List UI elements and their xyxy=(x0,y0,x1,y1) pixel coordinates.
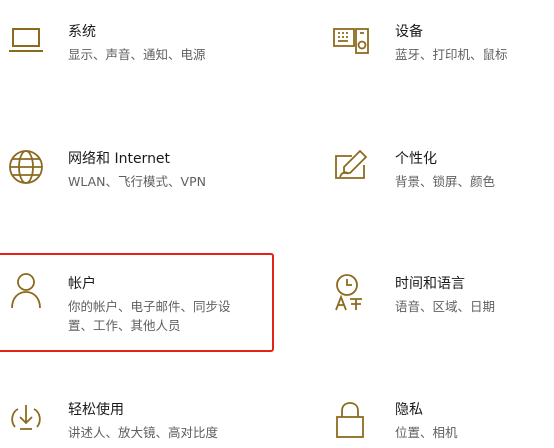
tile-title: 设备 xyxy=(395,24,423,40)
devices-icon xyxy=(330,20,370,60)
tile-title: 个性化 xyxy=(395,151,437,167)
lock-icon xyxy=(330,399,370,439)
tile-title: 隐私 xyxy=(395,402,423,418)
settings-home: 系统 显示、声音、通知、电源 设备 蓝牙、打印机、鼠标 网络和 Internet xyxy=(0,0,554,448)
settings-tile-personalization[interactable]: 个性化 背景、锁屏、颜色 xyxy=(322,145,552,205)
ease-of-access-icon xyxy=(6,399,46,439)
settings-tile-system[interactable]: 系统 显示、声音、通知、电源 xyxy=(0,18,270,78)
tile-description: 位置、相机 xyxy=(395,425,458,440)
tile-description: 语音、区域、日期 xyxy=(395,299,496,314)
tile-description: 蓝牙、打印机、鼠标 xyxy=(395,47,508,62)
settings-tile-devices[interactable]: 设备 蓝牙、打印机、鼠标 xyxy=(322,18,552,78)
tile-description: 背景、锁屏、颜色 xyxy=(395,174,496,189)
tile-title: 轻松使用 xyxy=(68,402,124,418)
personalization-icon xyxy=(330,147,370,187)
tile-title: 时间和语言 xyxy=(395,276,465,292)
settings-tile-network[interactable]: 网络和 Internet WLAN、飞行模式、VPN xyxy=(0,145,270,205)
settings-tile-time-language[interactable]: 时间和语言 语音、区域、日期 xyxy=(322,268,552,328)
tile-description: 显示、声音、通知、电源 xyxy=(68,47,206,62)
tile-title: 网络和 Internet xyxy=(68,151,171,167)
time-language-icon xyxy=(330,272,370,312)
settings-tile-ease-of-access[interactable]: 轻松使用 讲述人、放大镜、高对比度 xyxy=(0,398,270,448)
selection-highlight-frame xyxy=(0,253,274,352)
tile-description: WLAN、飞行模式、VPN xyxy=(68,174,206,189)
settings-tile-privacy[interactable]: 隐私 位置、相机 xyxy=(322,398,552,448)
laptop-icon xyxy=(6,20,46,60)
globe-icon xyxy=(6,147,46,187)
tile-description: 讲述人、放大镜、高对比度 xyxy=(68,425,219,440)
tile-title: 系统 xyxy=(68,24,96,40)
